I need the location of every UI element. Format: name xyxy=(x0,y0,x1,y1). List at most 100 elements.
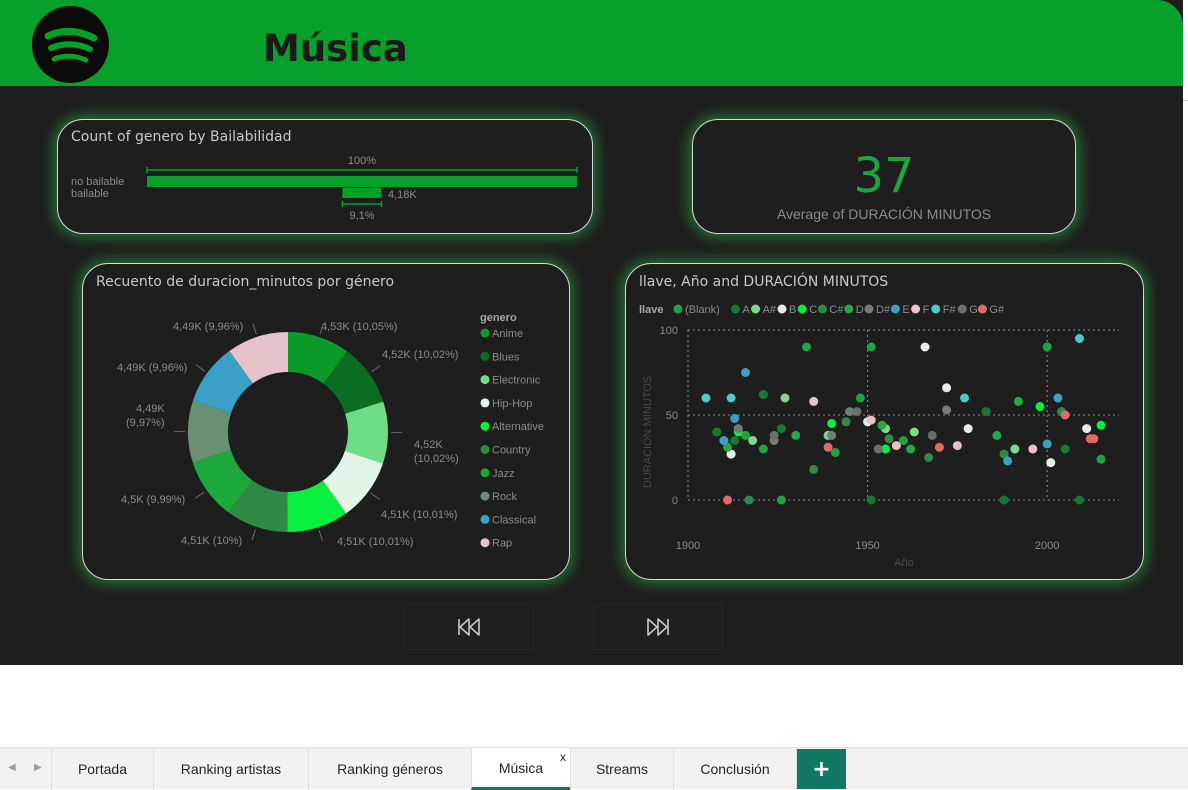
slice-label: 4,53K (10,05%) xyxy=(321,321,397,333)
slice-label: 4,49K (9,96%) xyxy=(173,321,243,333)
scatter-point xyxy=(852,407,861,416)
tab-conclusion[interactable]: Conclusión xyxy=(673,748,797,790)
scatter-legend-item: D# xyxy=(876,304,891,316)
scatter-point xyxy=(1014,397,1023,406)
tab-ranking-generos[interactable]: Ranking géneros xyxy=(308,748,471,790)
page-header: Música xyxy=(0,0,1183,86)
bar-category-label: no bailable xyxy=(71,176,124,188)
donut-leader-line xyxy=(253,324,256,334)
scatter-point xyxy=(924,453,933,462)
scatter-point xyxy=(827,419,836,428)
scatter-point xyxy=(1082,424,1091,433)
scatter-point xyxy=(1035,402,1044,411)
scatter-point xyxy=(759,445,768,454)
scroll-right-icon[interactable]: ▶ xyxy=(34,762,42,773)
scatter-legend-marker xyxy=(931,305,940,314)
tab-streams[interactable]: Streams xyxy=(570,748,673,790)
scatter-point xyxy=(1097,455,1106,464)
scatter-point xyxy=(791,431,800,440)
scatter-point xyxy=(730,414,739,423)
scatter-point xyxy=(1043,343,1052,352)
donut-leader-line xyxy=(372,365,381,371)
scatter-legend-marker xyxy=(751,305,760,314)
scatter-point xyxy=(942,383,951,392)
genre-donut-card[interactable]: Recuento de duracion_minutos por género … xyxy=(82,263,570,580)
slice-label: (9,97%) xyxy=(126,417,165,429)
legend-item-rap: Rap xyxy=(492,538,512,550)
scatter-point xyxy=(1075,496,1084,505)
kpi-label: Average of DURACIÓN MINUTOS xyxy=(693,206,1075,222)
slice-label: 4,51K (10,01%) xyxy=(337,536,413,548)
tab-label: Música xyxy=(499,760,543,776)
scatter-point xyxy=(1046,458,1055,467)
scatter-point xyxy=(748,436,757,445)
skip-forward-icon xyxy=(645,617,671,637)
scatter-point xyxy=(877,421,886,430)
legend-marker xyxy=(481,538,490,547)
legend-marker xyxy=(481,492,490,501)
slice-label: 4,51K (10%) xyxy=(181,535,242,547)
donut-leader-line xyxy=(252,530,255,540)
close-tab-icon[interactable]: x xyxy=(560,750,566,764)
scatter-point xyxy=(1075,334,1084,343)
scatter-point xyxy=(992,431,1001,440)
scatter-point xyxy=(910,428,919,437)
scroll-left-icon[interactable]: ◀ xyxy=(8,762,16,773)
scatter-point xyxy=(802,343,811,352)
page-tab-bar: ◀ ▶ Portada Ranking artistas Ranking gén… xyxy=(0,747,1188,789)
bar-category-label: bailable xyxy=(71,188,109,200)
scatter-point xyxy=(824,443,833,452)
legend-item-anime: Anime xyxy=(492,328,523,340)
tab-musica[interactable]: Música x xyxy=(471,748,570,790)
scatter-point xyxy=(935,443,944,452)
legend-item-blues: Blues xyxy=(492,351,520,363)
scatter-legend-marker xyxy=(865,305,874,314)
scatter-legend-marker xyxy=(911,305,920,314)
scatter-card[interactable]: llave, Año and DURACIÓN MINUTOS llave Añ… xyxy=(625,263,1144,580)
donut-leader-line xyxy=(319,530,322,540)
x-axis-title: Año xyxy=(894,557,914,569)
donut-chart: genero 4,53K (10,05%) 4,52K (10,02%) 4,5… xyxy=(83,264,571,581)
kpi-card[interactable]: 37 Average of DURACIÓN MINUTOS xyxy=(692,119,1076,234)
scatter-point xyxy=(928,431,937,440)
slice-label: 4,49K (9,96%) xyxy=(117,362,187,374)
scatter-legend-marker xyxy=(844,305,853,314)
bar-no-bailable xyxy=(147,176,577,187)
scatter-point xyxy=(842,417,851,426)
scatter-point xyxy=(867,416,876,425)
legend-item-electronic: Electronic xyxy=(492,375,541,387)
tab-portada[interactable]: Portada xyxy=(51,748,153,790)
slice-label: 4,5K (9,99%) xyxy=(121,494,185,506)
scatter-point xyxy=(734,424,743,433)
scatter-point xyxy=(964,424,973,433)
spotify-logo-icon xyxy=(32,6,109,83)
scatter-legend-item: B xyxy=(789,304,796,316)
scatter-point xyxy=(730,436,739,445)
scatter-point xyxy=(719,436,728,445)
scatter-point xyxy=(723,496,732,505)
scatter-legend-marker xyxy=(958,305,967,314)
legend-marker xyxy=(481,445,490,454)
scatter-point xyxy=(727,394,736,403)
bar-bailable xyxy=(342,188,381,198)
scatter-point xyxy=(1010,445,1019,454)
bar-bottom-pct-label: 9,1% xyxy=(349,210,374,222)
bar-value-label: 4,18K xyxy=(388,189,417,201)
previous-page-button[interactable] xyxy=(404,604,534,650)
legend-item-alternative: Alternative xyxy=(492,421,544,433)
tab-ranking-artistas[interactable]: Ranking artistas xyxy=(153,748,308,790)
scatter-point xyxy=(741,368,750,377)
scatter-point xyxy=(827,431,836,440)
scatter-point xyxy=(982,407,991,416)
donut-leader-line xyxy=(195,492,204,498)
next-page-button[interactable] xyxy=(593,604,723,650)
scatter-point xyxy=(712,428,721,437)
x-tick-label: 2000 xyxy=(1035,540,1059,552)
bailabilidad-bar-card[interactable]: Count of genero by Bailabilidad no baila… xyxy=(57,119,593,234)
bar-chart: no bailable bailable 100% 4,18K 9,1% xyxy=(58,120,594,235)
scatter-point xyxy=(960,394,969,403)
skip-back-icon xyxy=(456,617,482,637)
add-page-button[interactable]: + xyxy=(797,749,846,789)
legend-title: genero xyxy=(480,312,517,324)
scatter-legend-marker xyxy=(778,305,787,314)
